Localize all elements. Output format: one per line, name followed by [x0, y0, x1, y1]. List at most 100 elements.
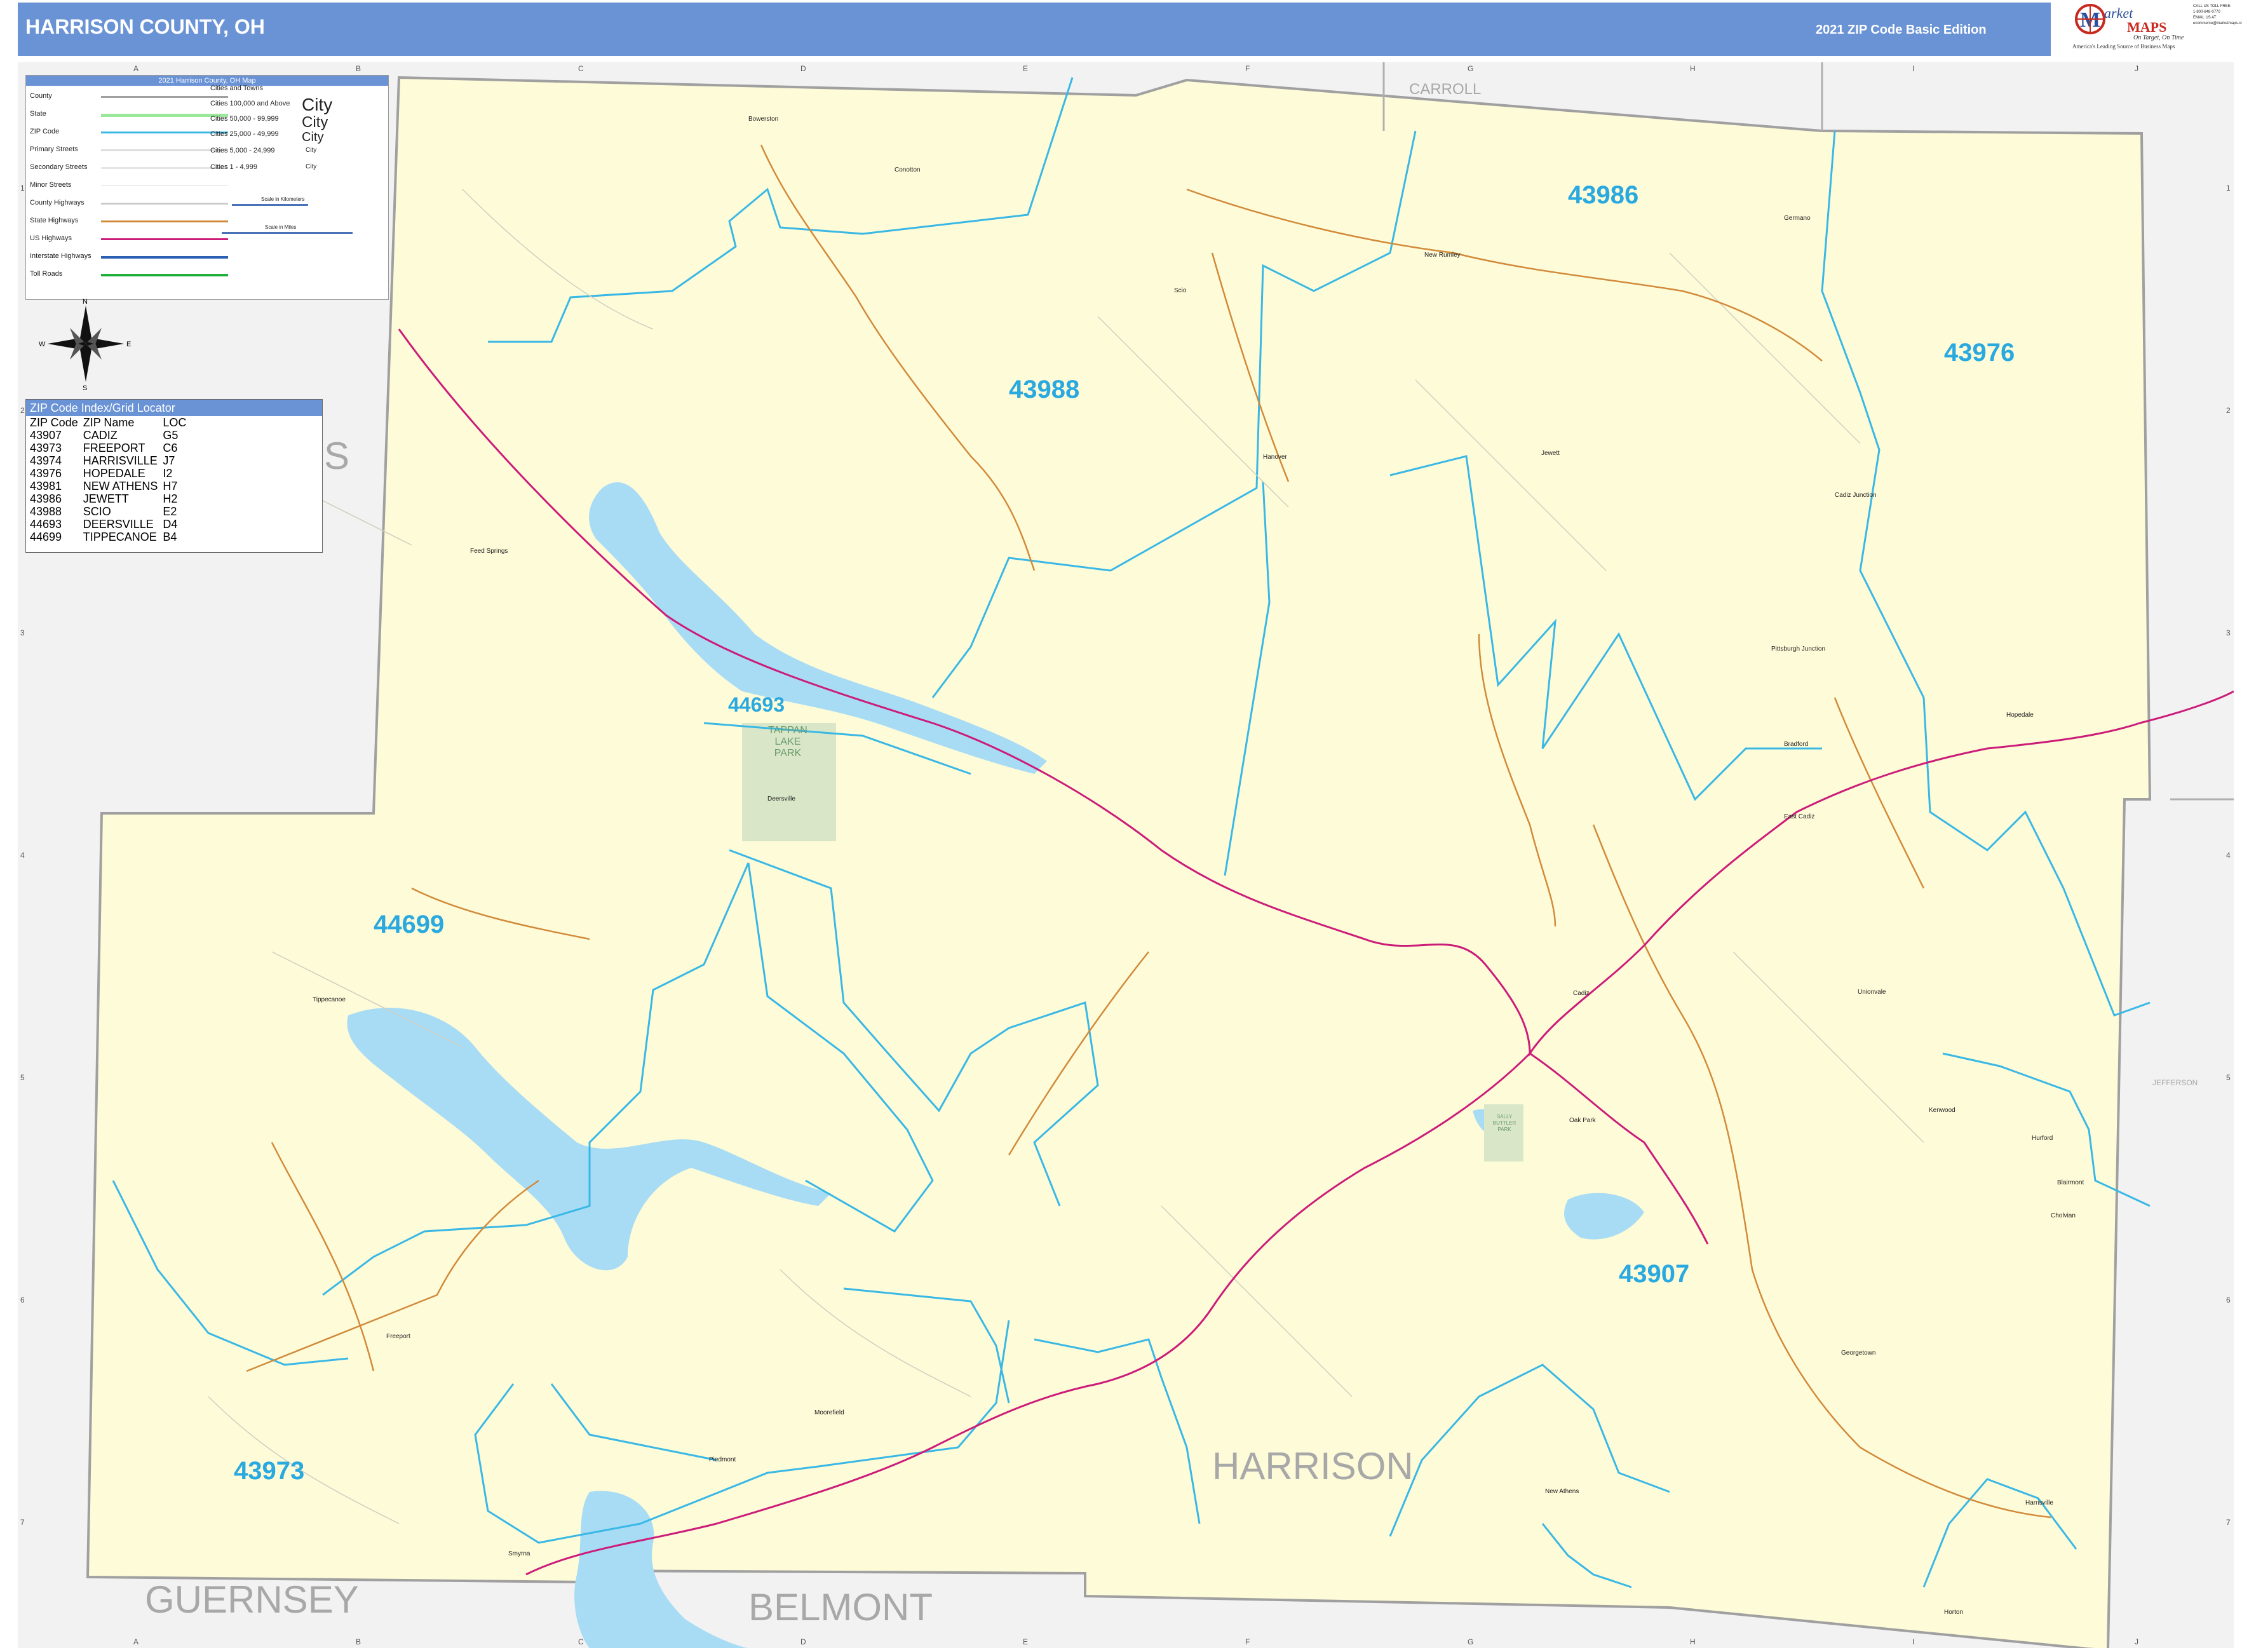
grid-col-label: B: [356, 1637, 361, 1646]
town-label: Germano: [1784, 215, 1811, 222]
zip-label: 44693: [728, 693, 785, 716]
town-label: Piedmont: [709, 1456, 736, 1463]
legend-row: County: [30, 92, 52, 100]
legend-swatch: [101, 114, 228, 117]
park-label: PARK: [774, 748, 802, 759]
town-label: Blairmont: [2057, 1179, 2084, 1186]
grid-loc-cell: G5: [163, 429, 179, 442]
town-label: Cadiz Junction: [1835, 492, 1877, 499]
legend-city-class: Cities 100,000 and Above: [210, 100, 290, 107]
zip-label: 43973: [234, 1457, 304, 1485]
grid-loc-cell: I2: [163, 467, 173, 480]
market-maps-logo: M arket MAPS On Target, On Time America'…: [2072, 1, 2191, 52]
small-park: [1484, 1104, 1523, 1161]
logo-text-line2: MAPS: [2127, 19, 2167, 35]
legend-row: Toll Roads: [30, 270, 63, 278]
town-label: Cholvian: [2051, 1212, 2076, 1219]
grid-row-label: 6: [20, 1296, 25, 1304]
table-row: 44699 TIPPECANOE B4: [29, 531, 190, 543]
scale-bar-mi: [222, 232, 353, 234]
town-label: Feed Springs: [470, 548, 508, 555]
legend-swatch: [101, 274, 228, 276]
town-label: Smyrna: [508, 1550, 530, 1557]
grid-row-label: 1: [20, 184, 25, 193]
grid-loc-cell: D4: [163, 518, 178, 531]
town-label: Hopedale: [2006, 712, 2034, 719]
zip-code-cell: 43907: [30, 429, 62, 442]
legend-swatch: [101, 185, 228, 186]
zip-label: 43976: [1944, 339, 2015, 367]
compass-n: N: [83, 298, 88, 306]
town-label: Deersville: [767, 796, 795, 802]
table-row: 43986 JEWETT H2: [29, 492, 190, 505]
legend-row: Primary Streets: [30, 146, 78, 153]
grid-row-label: 3: [2226, 628, 2231, 637]
legend-title: 2021 Harrison County, OH Map: [26, 76, 388, 86]
zip-name-cell: FREEPORT: [83, 442, 145, 454]
grid-row-label: 5: [20, 1073, 25, 1082]
legend-row: State: [30, 110, 46, 118]
town-label: East Cadiz: [1784, 813, 1814, 820]
town-label: Cadiz: [1573, 990, 1590, 997]
grid-row-label: 3: [20, 628, 25, 637]
legend-row: State Highways: [30, 217, 79, 224]
zip-code-cell: 44699: [30, 531, 62, 543]
grid-row-label: 2: [20, 406, 25, 415]
park-label: LAKE: [775, 736, 801, 747]
town-label: Jewett: [1541, 450, 1560, 457]
zip-label: 44699: [374, 911, 444, 938]
grid-col-label: F: [1245, 64, 1250, 73]
grid-row-label: 5: [2226, 1073, 2231, 1082]
legend-row: Interstate Highways: [30, 252, 91, 260]
grid-col-label: B: [356, 64, 361, 73]
contact-info: CALL US TOLL FREE 1-800-848-0770 EMAIL U…: [2193, 4, 2242, 52]
town-label: Horton: [1944, 1609, 1963, 1616]
grid-loc-cell: B4: [163, 531, 177, 543]
park-label: TAPPAN: [768, 725, 807, 736]
grid-col-label: D: [800, 1637, 806, 1646]
county-map[interactable]: A B C D E F G H I J A B C D E F G H I J …: [18, 62, 2234, 1648]
logo-slogan: On Target, On Time: [2133, 34, 2184, 41]
table-row: 43973 FREEPORT C6: [29, 442, 190, 454]
park-label: SALLY: [1497, 1114, 1513, 1120]
zip-name-cell: HARRISVILLE: [83, 454, 158, 467]
map-legend: 2021 Harrison County, OH Map County Stat…: [25, 75, 389, 300]
zip-code-cell: 43986: [30, 492, 62, 505]
grid-col-label: C: [578, 64, 584, 73]
legend-row: County Highways: [30, 199, 84, 207]
zip-index-grid: ZIP Code ZIP Name LOC 43907 CADIZ G5 43973…: [29, 416, 190, 543]
zip-code-cell: 43981: [30, 480, 62, 492]
grid-col-label: I: [1912, 64, 1914, 73]
legend-swatch: [101, 167, 228, 169]
zip-code-cell: 44693: [30, 518, 62, 531]
town-label: Freeport: [386, 1333, 410, 1340]
table-header-row: ZIP Code ZIP Name LOC: [29, 416, 190, 429]
town-label: Moorefield: [814, 1409, 844, 1416]
town-label: Tippecanoe: [313, 996, 346, 1003]
town-label: Harrisville: [2025, 1500, 2053, 1506]
grid-col-label: I: [1912, 1637, 1914, 1646]
legend-city-class: Cities 5,000 - 24,999: [210, 147, 275, 154]
legend-swatch: [101, 220, 228, 222]
harrison-county-area: [86, 76, 2152, 1648]
grid-loc-cell: C6: [163, 442, 178, 454]
town-label: New Rumley: [1424, 252, 1461, 259]
contact-line: CALL US TOLL FREE: [2193, 4, 2231, 8]
zip-name-cell: NEW ATHENS: [83, 480, 158, 492]
park-label: PARK: [1497, 1127, 1511, 1132]
contact-line: ecommerce@marketmaps.com: [2193, 22, 2242, 25]
table-row: 43988 SCIO E2: [29, 505, 190, 518]
compass-e: E: [126, 341, 131, 348]
grid-col-label: A: [133, 64, 138, 73]
zip-code-cell: 43976: [30, 467, 62, 480]
zip-name-cell: JEWETT: [83, 492, 129, 505]
map-edition: 2021 ZIP Code Basic Edition: [1816, 23, 1987, 37]
header-bar: HARRISON COUNTY, OH 2021 ZIP Code Basic …: [18, 3, 2051, 56]
grid-row-label: 7: [2226, 1518, 2231, 1527]
town-label: Kenwood: [1929, 1107, 1955, 1114]
grid-col-label: J: [2135, 64, 2138, 73]
grid-col-label: E: [1023, 1637, 1028, 1646]
town-label: Conotton: [895, 166, 921, 173]
legend-cities-header: Cities and Towns: [210, 85, 263, 92]
grid-col-label: J: [2135, 1637, 2138, 1646]
